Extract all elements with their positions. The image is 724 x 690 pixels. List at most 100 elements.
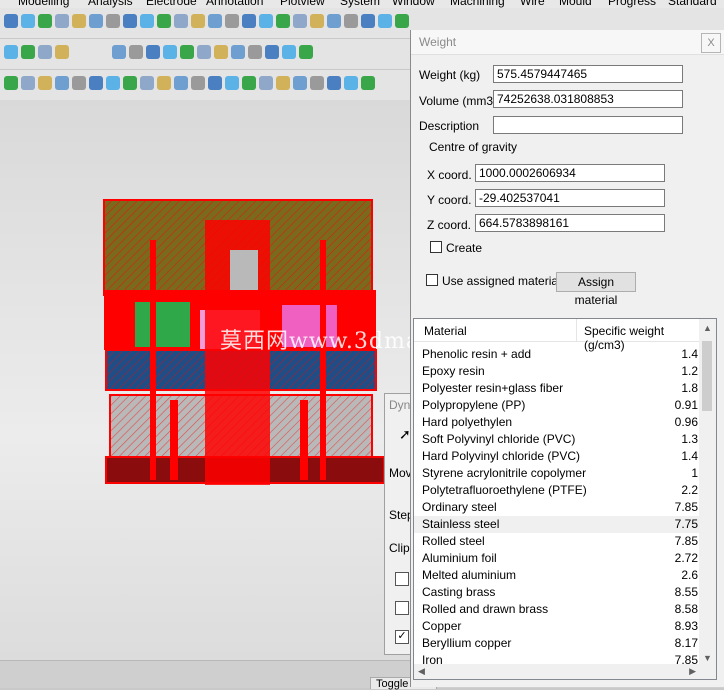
shape-icon[interactable] (214, 45, 228, 59)
vertical-scrollbar[interactable]: ▲ ▼ (699, 319, 716, 665)
scroll-up-icon[interactable]: ▲ (703, 323, 712, 333)
material-row[interactable]: Ordinary steel 7.85 (414, 499, 700, 516)
cylinder-icon[interactable] (4, 45, 18, 59)
material-row[interactable]: Rolled steel 7.85 (414, 533, 700, 550)
shape-icon[interactable] (293, 14, 307, 28)
shape-icon[interactable] (259, 76, 273, 90)
measure-icon[interactable] (282, 45, 296, 59)
material-row[interactable]: Casting brass 8.55 (414, 584, 700, 601)
solid-icon[interactable] (242, 76, 256, 90)
cube-icon[interactable] (310, 76, 324, 90)
cylinder-icon[interactable] (225, 14, 239, 28)
cube-icon[interactable] (21, 45, 35, 59)
solid-icon[interactable] (299, 45, 313, 59)
solid-icon[interactable] (174, 14, 188, 28)
solid-icon[interactable] (344, 76, 358, 90)
box-icon[interactable] (72, 76, 86, 90)
cylinder-icon[interactable] (248, 45, 262, 59)
material-row[interactable]: Melted aluminium 2.6 (414, 567, 700, 584)
cube-icon[interactable] (265, 45, 279, 59)
material-row[interactable]: Beryllium copper 8.17 (414, 635, 700, 652)
menu-item-annotation[interactable]: Annotation (206, 0, 263, 8)
dynamic-checkbox-1[interactable] (395, 572, 409, 586)
use-assigned-material-checkbox[interactable] (426, 274, 438, 286)
cube-icon[interactable] (208, 76, 222, 90)
material-row[interactable]: Aluminium foil 2.72 (414, 550, 700, 567)
box-icon[interactable] (106, 14, 120, 28)
material-row[interactable]: Stainless steel 7.75 (414, 516, 700, 533)
menu-item-system[interactable]: System (340, 0, 380, 8)
shape-icon[interactable] (112, 45, 126, 59)
menu-item-wire[interactable]: Wire (520, 0, 545, 8)
measure-icon[interactable] (55, 14, 69, 28)
material-row[interactable]: Rolled and drawn brass 8.58 (414, 601, 700, 618)
measure-icon[interactable] (38, 45, 52, 59)
material-row[interactable]: Soft Polyvinyl chloride (PVC) 1.3 (414, 431, 700, 448)
solid-icon[interactable] (276, 14, 290, 28)
box-icon[interactable] (231, 45, 245, 59)
shape-icon[interactable] (89, 14, 103, 28)
measure-icon[interactable] (259, 14, 273, 28)
solid-icon[interactable] (55, 45, 69, 59)
cylinder-icon[interactable] (293, 76, 307, 90)
menu-item-electrode[interactable]: Electrode (146, 0, 197, 8)
measure-icon[interactable] (361, 14, 375, 28)
shape-icon[interactable] (395, 14, 409, 28)
measure-icon[interactable] (327, 76, 341, 90)
material-row[interactable]: Polytetrafluoroethylene (PTFE) 2.2 (414, 482, 700, 499)
dynamic-checkbox-2[interactable] (395, 601, 409, 615)
cylinder-icon[interactable] (191, 76, 205, 90)
cube-icon[interactable] (163, 45, 177, 59)
material-row[interactable]: Epoxy resin 1.2 (414, 363, 700, 380)
x-coord-field[interactable]: 1000.0002606934 (475, 164, 665, 182)
scroll-right-icon[interactable]: ▶ (689, 666, 696, 677)
material-row[interactable]: Polypropylene (PP) 0.91 (414, 397, 700, 414)
solid-icon[interactable] (38, 76, 52, 90)
cylinder-icon[interactable] (123, 14, 137, 28)
weight-dialog-titlebar[interactable]: Weight X (411, 30, 724, 55)
menu-item-standard[interactable]: Standard (668, 0, 717, 8)
shape-icon[interactable] (361, 76, 375, 90)
scroll-thumb[interactable] (702, 341, 712, 411)
scroll-left-icon[interactable]: ◀ (418, 666, 425, 677)
box-icon[interactable] (174, 76, 188, 90)
cube-icon[interactable] (106, 76, 120, 90)
box-icon[interactable] (129, 45, 143, 59)
solid-icon[interactable] (378, 14, 392, 28)
solid-icon[interactable] (140, 76, 154, 90)
shape-icon[interactable] (191, 14, 205, 28)
create-checkbox[interactable] (430, 241, 442, 253)
box-icon[interactable] (4, 14, 18, 28)
y-coord-field[interactable]: -29.402537041 (475, 189, 665, 207)
weight-field[interactable]: 575.4579447465 (493, 65, 683, 83)
measure-icon[interactable] (225, 76, 239, 90)
dynamic-checkbox-3[interactable]: ✓ (395, 630, 409, 644)
cube-icon[interactable] (4, 76, 18, 90)
box-icon[interactable] (276, 76, 290, 90)
box-icon[interactable] (310, 14, 324, 28)
z-coord-field[interactable]: 664.5783898161 (475, 214, 665, 232)
material-row[interactable]: Hard Polyvinyl chloride (PVC) 1.4 (414, 448, 700, 465)
volume-field[interactable]: 74252638.031808853 (493, 90, 683, 108)
close-button[interactable]: X (701, 33, 721, 53)
menu-item-modelling[interactable]: Modelling (18, 0, 69, 8)
horizontal-scrollbar[interactable]: ◀ ▶ (414, 664, 716, 679)
menu-item-plotview[interactable]: Plotview (280, 0, 325, 8)
measure-icon[interactable] (180, 45, 194, 59)
material-row[interactable]: Styrene acrylonitrile copolymer 1 (414, 465, 700, 482)
measure-icon[interactable] (157, 14, 171, 28)
material-row[interactable]: Hard polyethylen 0.96 (414, 414, 700, 431)
menu-item-progress[interactable]: Progress (608, 0, 656, 8)
box-icon[interactable] (208, 14, 222, 28)
cylinder-icon[interactable] (146, 45, 160, 59)
material-row[interactable]: Copper 8.93 (414, 618, 700, 635)
cube-icon[interactable] (38, 14, 52, 28)
shape-icon[interactable] (157, 76, 171, 90)
menu-item-mould[interactable]: Mould (559, 0, 592, 8)
cube-icon[interactable] (344, 14, 358, 28)
description-field[interactable] (493, 116, 683, 134)
menu-item-window[interactable]: Window (392, 0, 435, 8)
material-row[interactable]: Phenolic resin + add 1.4 (414, 346, 700, 363)
measure-icon[interactable] (21, 76, 35, 90)
material-row[interactable]: Polyester resin+glass fiber 1.8 (414, 380, 700, 397)
